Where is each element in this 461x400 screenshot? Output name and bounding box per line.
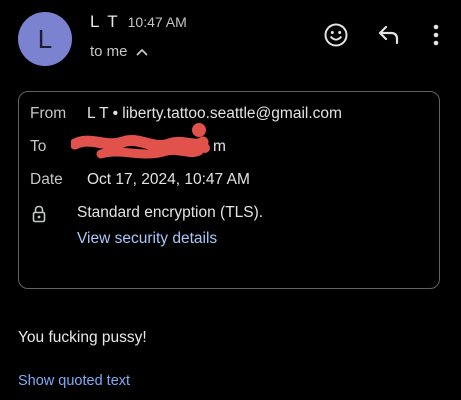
view-security-details-link[interactable]: View security details (77, 230, 217, 248)
date-value: Oct 17, 2024, 10:47 AM (87, 171, 250, 188)
date-row: Date Oct 17, 2024, 10:47 AM (30, 171, 250, 189)
encryption-status: Standard encryption (TLS). (77, 204, 264, 221)
message-body: You fucking pussy! (18, 329, 147, 346)
from-label: From (30, 105, 67, 122)
sender-avatar[interactable]: L (18, 12, 72, 66)
chevron-up-icon (136, 48, 148, 56)
reply-icon[interactable] (374, 20, 404, 50)
recipient-toggle[interactable]: to me (90, 43, 148, 60)
lock-icon (31, 205, 47, 228)
avatar-initial: L (37, 23, 53, 54)
emoji-reaction-icon[interactable] (321, 20, 351, 50)
sender-name: L T (90, 12, 120, 31)
sent-time: 10:47 AM (127, 14, 187, 30)
message-details-card: From L T • liberty.tattoo.seattle@gmail.… (18, 91, 440, 289)
date-label: Date (30, 171, 63, 188)
email-screen: L L T 10:47 AM to me From L T • liberty.… (0, 0, 461, 400)
more-vert-icon[interactable] (421, 20, 451, 50)
to-label: To (30, 138, 47, 155)
redaction-scribble (69, 118, 221, 173)
recipient-summary: to me (90, 43, 128, 60)
sender-header: L T 10:47 AM (90, 12, 187, 32)
show-quoted-text-link[interactable]: Show quoted text (18, 373, 130, 389)
